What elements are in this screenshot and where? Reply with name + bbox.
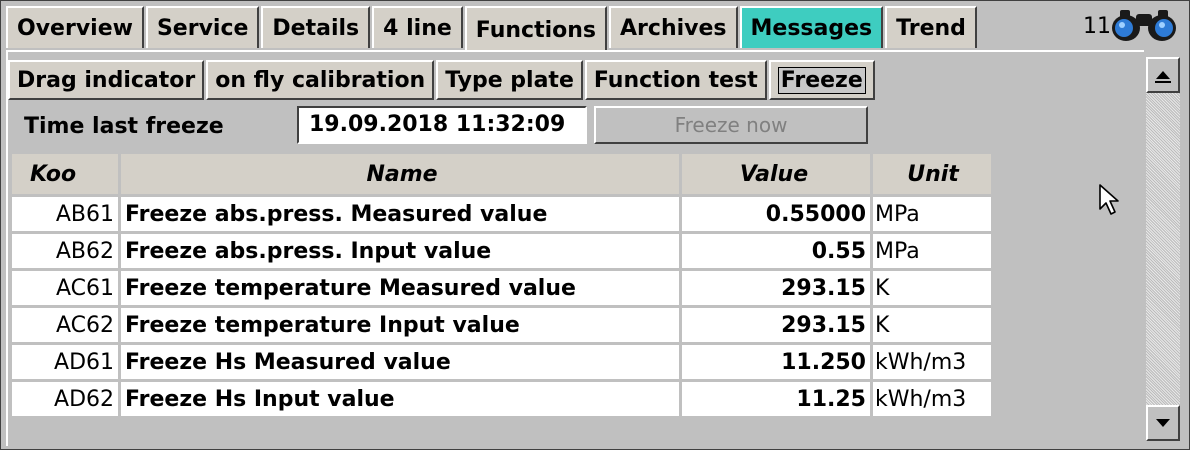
cell-value: 293.15 [682, 308, 873, 345]
arrow-down-icon [1156, 419, 1170, 427]
tab-trend[interactable]: Trend [885, 6, 977, 48]
table-row[interactable]: AB62 Freeze abs.press. Input value 0.55 … [12, 234, 994, 271]
cell-value: 0.55 [682, 234, 873, 271]
scroll-up-button[interactable] [1146, 57, 1180, 93]
main-tab-bar: Overview Service Details 4 line Function… [6, 6, 979, 52]
table-row[interactable]: AB61 Freeze abs.press. Measured value 0.… [12, 197, 994, 234]
cell-name: Freeze Hs Input value [121, 382, 682, 419]
cell-koo: AC62 [12, 308, 121, 345]
column-header-unit: Unit [873, 154, 994, 197]
vertical-scrollbar[interactable] [1146, 57, 1180, 441]
tab-4-line[interactable]: 4 line [372, 6, 463, 48]
tab-freeze-label: Freeze [777, 66, 866, 94]
cell-unit: K [873, 271, 994, 308]
cell-koo: AB61 [12, 197, 121, 234]
mouse-pointer-icon [1099, 184, 1119, 215]
tab-messages[interactable]: Messages [739, 6, 884, 48]
scroll-down-button[interactable] [1146, 405, 1180, 441]
cell-unit: MPa [873, 197, 994, 234]
cell-name: Freeze temperature Measured value [121, 271, 682, 308]
tab-drag-indicator[interactable]: Drag indicator [8, 60, 205, 100]
cell-value: 0.55000 [682, 197, 873, 234]
table-row[interactable]: AD61 Freeze Hs Measured value 11.250 kWh… [12, 345, 994, 382]
cell-unit: kWh/m3 [873, 345, 994, 382]
tab-service[interactable]: Service [145, 6, 260, 48]
column-header-name: Name [121, 154, 682, 197]
time-last-freeze-field: 19.09.2018 11:32:09 [297, 106, 587, 144]
tab-details[interactable]: Details [261, 6, 371, 48]
cell-name: Freeze abs.press. Input value [121, 234, 682, 271]
tab-functions[interactable]: Functions [464, 6, 608, 52]
cell-koo: AD62 [12, 382, 121, 419]
cell-name: Freeze temperature Input value [121, 308, 682, 345]
tab-overview[interactable]: Overview [6, 6, 144, 48]
binoculars-icon[interactable] [1106, 6, 1182, 44]
cell-unit: MPa [873, 234, 994, 271]
table-header-row: Koo Name Value Unit [12, 154, 994, 197]
table-row[interactable]: AD62 Freeze Hs Input value 11.25 kWh/m3 [12, 382, 994, 419]
table-row[interactable]: AC61 Freeze temperature Measured value 2… [12, 271, 994, 308]
arrow-up-icon [1155, 71, 1171, 83]
sub-tab-bar: Drag indicator on fly calibration Type p… [8, 60, 877, 100]
column-header-value: Value [682, 154, 873, 197]
tab-archives[interactable]: Archives [609, 6, 738, 48]
cell-value: 11.25 [682, 382, 873, 419]
cell-unit: K [873, 308, 994, 345]
cell-koo: AB62 [12, 234, 121, 271]
tab-on-fly-calibration[interactable]: on fly calibration [206, 60, 435, 100]
cell-value: 11.250 [682, 345, 873, 382]
tab-function-test[interactable]: Function test [584, 60, 767, 100]
freeze-values-table: Koo Name Value Unit AB61 Freeze abs.pres… [12, 154, 994, 419]
cell-value: 293.15 [682, 271, 873, 308]
table-row[interactable]: AC62 Freeze temperature Input value 293.… [12, 308, 994, 345]
cell-name: Freeze Hs Measured value [121, 345, 682, 382]
cell-koo: AC61 [12, 271, 121, 308]
cell-name: Freeze abs.press. Measured value [121, 197, 682, 234]
cell-unit: kWh/m3 [873, 382, 994, 419]
time-last-freeze-label: Time last freeze [24, 114, 224, 139]
cell-koo: AD61 [12, 345, 121, 382]
freeze-now-button[interactable]: Freeze now [594, 106, 868, 144]
tab-freeze[interactable]: Freeze [768, 60, 875, 100]
column-header-koo: Koo [12, 154, 121, 197]
tab-type-plate[interactable]: Type plate [436, 60, 583, 100]
